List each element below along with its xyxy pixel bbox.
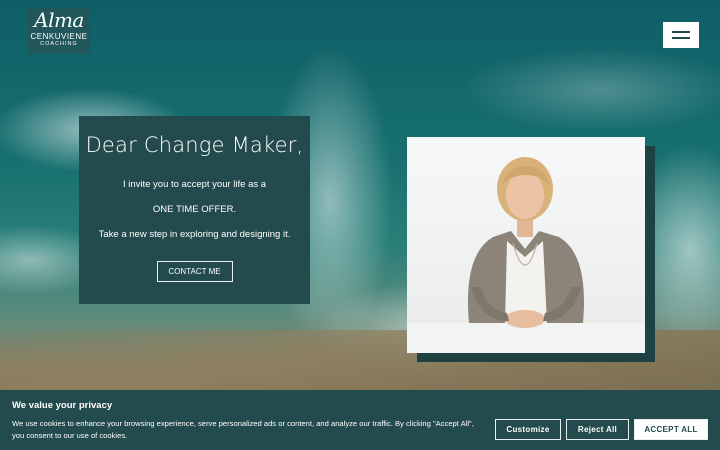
hero-line-3: Take a new step in exploring and designi… bbox=[98, 229, 291, 240]
accept-all-button[interactable]: ACCEPT ALL bbox=[634, 419, 708, 440]
cookie-title: We value your privacy bbox=[12, 400, 113, 411]
reject-all-button[interactable]: Reject All bbox=[566, 419, 629, 440]
cookie-banner: We value your privacy We use cookies to … bbox=[0, 390, 720, 450]
customize-button[interactable]: Customize bbox=[495, 419, 561, 440]
portrait-illustration bbox=[407, 157, 645, 353]
logo-tagline: COACHING bbox=[40, 41, 78, 47]
cookie-text: We use cookies to enhance your browsing … bbox=[12, 419, 474, 440]
hamburger-menu-icon bbox=[672, 31, 690, 33]
logo-name: CENKUVIENE bbox=[30, 32, 88, 41]
site-logo[interactable]: Alma CENKUVIENE COACHING bbox=[28, 8, 90, 54]
hero-line-2: ONE TIME OFFER. bbox=[152, 204, 237, 215]
contact-me-button[interactable]: CONTACT ME bbox=[156, 261, 233, 282]
hero-heading: Dear Change Maker, bbox=[85, 133, 304, 157]
coach-portrait bbox=[407, 137, 645, 353]
menu-button[interactable] bbox=[663, 22, 699, 48]
hero-line-1: I invite you to accept your life as a bbox=[122, 179, 267, 190]
intro-card: Dear Change Maker, I invite you to accep… bbox=[79, 116, 310, 304]
logo-script: Alma bbox=[34, 8, 84, 32]
hamburger-menu-icon-line bbox=[672, 37, 690, 39]
